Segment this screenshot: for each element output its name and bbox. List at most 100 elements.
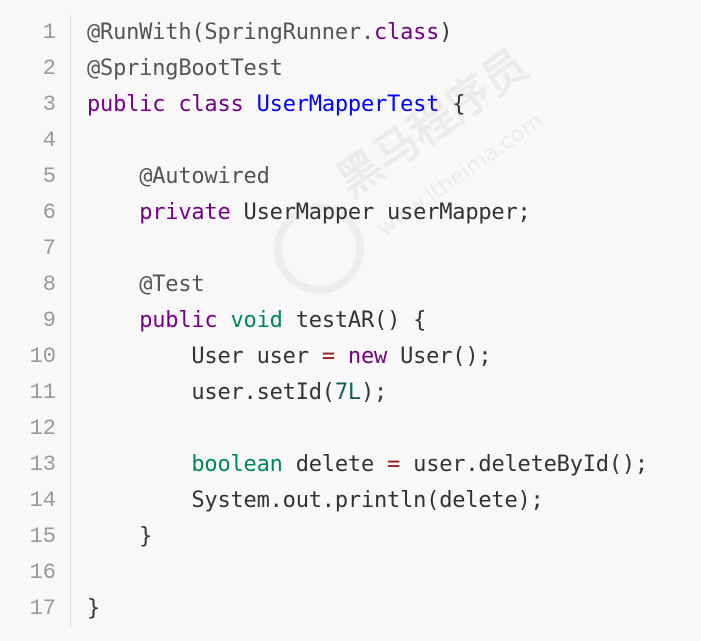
- code-token: public: [87, 92, 166, 117]
- line-number: 4: [42, 128, 56, 153]
- code-text[interactable]: user.setId(7L);: [87, 375, 701, 411]
- code-text[interactable]: }: [87, 519, 701, 555]
- code-token: @Test: [139, 272, 205, 297]
- code-text[interactable]: [87, 411, 701, 447]
- line-number: 9: [42, 308, 56, 333]
- gutter-separator: [56, 159, 71, 195]
- code-token: 7L: [334, 380, 361, 405]
- gutter-separator: [56, 519, 71, 555]
- code-text[interactable]: @Autowired: [87, 159, 701, 195]
- gutter-separator: [56, 555, 71, 591]
- line-number: 10: [29, 344, 56, 369]
- code-token: class: [374, 20, 440, 45]
- code-token: @SpringBootTest: [87, 56, 283, 81]
- code-token: UserMapperTest: [256, 92, 440, 117]
- line-number: 13: [29, 452, 56, 477]
- code-text[interactable]: public class UserMapperTest {: [87, 87, 701, 123]
- code-line[interactable]: 2 @SpringBootTest: [0, 51, 701, 87]
- gutter-separator: [56, 447, 71, 483]
- code-line[interactable]: 3 public class UserMapperTest {: [0, 87, 701, 123]
- code-line[interactable]: 15 }: [0, 519, 701, 555]
- code-line[interactable]: 12: [0, 411, 701, 447]
- line-number: 16: [29, 560, 56, 585]
- code-line[interactable]: 14 System.out.println(delete);: [0, 483, 701, 519]
- line-number: 15: [29, 524, 56, 549]
- gutter-separator: [56, 15, 71, 51]
- code-token: =: [387, 452, 401, 477]
- line-number: 14: [29, 488, 56, 513]
- code-text[interactable]: private UserMapper userMapper;: [87, 195, 701, 231]
- code-token: User();: [387, 344, 492, 369]
- code-line[interactable]: 16: [0, 555, 701, 591]
- gutter-separator: [56, 339, 71, 375]
- code-token: }: [87, 596, 101, 621]
- gutter-separator: [56, 231, 71, 267]
- code-text[interactable]: System.out.println(delete);: [87, 483, 701, 519]
- gutter-separator: [56, 591, 71, 627]
- code-line[interactable]: 10 User user = new User();: [0, 339, 701, 375]
- code-token: );: [360, 380, 388, 405]
- gutter-separator: [56, 87, 71, 123]
- code-text[interactable]: User user = new User();: [87, 339, 701, 375]
- code-line[interactable]: 9 public void testAR() {: [0, 303, 701, 339]
- code-text[interactable]: @RunWith(SpringRunner.class): [87, 15, 701, 51]
- code-token: ): [439, 20, 453, 45]
- gutter-separator: [56, 375, 71, 411]
- code-line[interactable]: 4: [0, 123, 701, 159]
- gutter-separator: [56, 303, 71, 339]
- code-token: boolean: [191, 452, 283, 477]
- code-token: delete: [282, 452, 388, 477]
- code-text[interactable]: public void testAR() {: [87, 303, 701, 339]
- line-number: 11: [29, 380, 56, 405]
- code-area[interactable]: 1 @RunWith(SpringRunner.class) 2 @SpringBoo…: [0, 15, 701, 627]
- code-text[interactable]: }: [87, 591, 701, 627]
- code-token: =: [321, 344, 335, 369]
- line-number: 8: [42, 272, 56, 297]
- code-line[interactable]: 7: [0, 231, 701, 267]
- line-number: 12: [29, 416, 56, 441]
- code-token: class: [178, 92, 244, 117]
- code-text[interactable]: [87, 555, 701, 591]
- gutter-separator: [56, 411, 71, 447]
- code-line[interactable]: 11 user.setId(7L);: [0, 375, 701, 411]
- code-text[interactable]: [87, 123, 701, 159]
- line-number: 6: [42, 200, 56, 225]
- code-token: new: [347, 344, 388, 369]
- gutter-separator: [56, 267, 71, 303]
- line-number: 3: [42, 92, 56, 117]
- code-editor[interactable]: 黑马程序员 www.itheima.com 1 @RunWith(SpringRu…: [0, 0, 701, 641]
- code-text[interactable]: @SpringBootTest: [87, 51, 701, 87]
- code-line[interactable]: 17}: [0, 591, 701, 627]
- code-line[interactable]: 5 @Autowired: [0, 159, 701, 195]
- code-line[interactable]: 13 boolean delete = user.deleteById();: [0, 447, 701, 483]
- line-number: 7: [42, 236, 56, 261]
- code-text[interactable]: boolean delete = user.deleteById();: [87, 447, 701, 483]
- code-token: public: [139, 308, 218, 333]
- code-token: void: [230, 308, 283, 333]
- code-line[interactable]: 1 @RunWith(SpringRunner.class): [0, 15, 701, 51]
- code-line[interactable]: 6 private UserMapper userMapper;: [0, 195, 701, 231]
- code-token: User user: [87, 344, 322, 369]
- code-token: user.setId(: [87, 380, 335, 405]
- line-number: 17: [29, 596, 56, 621]
- gutter-separator: [56, 195, 71, 231]
- code-token: @RunWith(SpringRunner.: [87, 20, 374, 45]
- code-text[interactable]: [87, 231, 701, 267]
- code-token: testAR() {: [282, 308, 427, 333]
- code-token: UserMapper userMapper;: [230, 200, 531, 225]
- code-token: }: [87, 524, 153, 549]
- code-line[interactable]: 8 @Test: [0, 267, 701, 303]
- code-token: System.out.println(delete);: [87, 488, 544, 513]
- line-number: 2: [42, 56, 56, 81]
- gutter-separator: [56, 51, 71, 87]
- code-text[interactable]: @Test: [87, 267, 701, 303]
- code-token: @Autowired: [139, 164, 270, 189]
